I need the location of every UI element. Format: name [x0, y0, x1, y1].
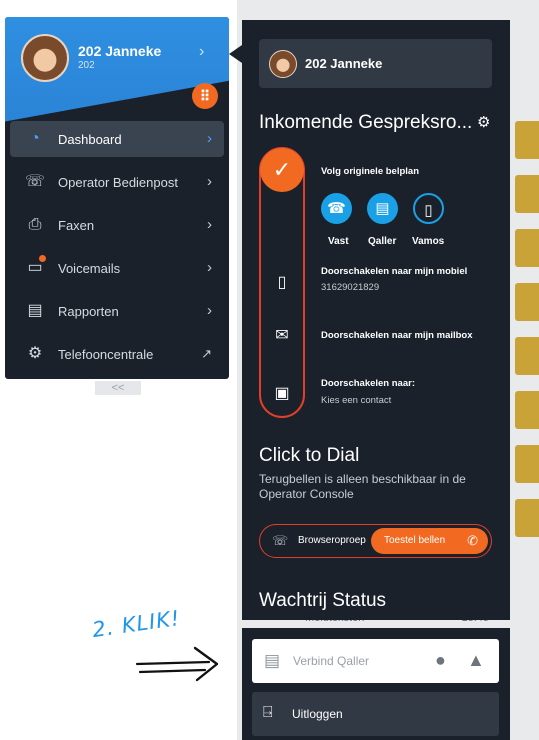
gear-icon[interactable]: ⚙ — [477, 113, 490, 131]
background-strip — [515, 499, 539, 537]
device-call-option[interactable]: Toestel bellen ✆ — [371, 528, 488, 554]
dashboard-pie-icon: ◔ — [30, 130, 40, 147]
contact-card-icon[interactable]: ▣ — [272, 383, 292, 403]
sidebar-item-telefooncentrale[interactable]: ⚙ Telefooncentrale ↗ — [10, 336, 224, 372]
chevron-right-icon[interactable]: › — [199, 43, 204, 61]
connect-qaller-label: Verbind Qaller — [293, 654, 370, 668]
chevron-right-icon: › — [207, 130, 212, 147]
background-strip — [515, 229, 539, 267]
sidebar-item-voicemails[interactable]: ▭ Voicemails › — [10, 250, 224, 286]
user-card[interactable]: 202 Janneke — [259, 39, 492, 88]
background-strip — [515, 337, 539, 375]
desk-phone-icon[interactable]: ☎ — [321, 193, 352, 224]
external-link-icon: ↗ — [201, 346, 212, 361]
chevron-right-icon: › — [207, 302, 212, 319]
mailbox-icon[interactable]: ✉ — [272, 325, 292, 345]
device-label-vamos: Vamos — [412, 236, 445, 247]
phone-call-icon: ✆ — [467, 533, 478, 548]
collapse-sidebar-button[interactable]: << — [95, 381, 141, 395]
browser-call-icon: ☏ — [272, 533, 289, 548]
user-extension: 202 — [78, 60, 95, 71]
check-icon[interactable]: ✓ — [260, 148, 304, 192]
incoming-routing-title: Inkomende Gespreksro... — [259, 112, 473, 133]
bottom-panel: ▤ Verbind Qaller ● ▲ ⍈ Uitloggen — [242, 628, 510, 740]
sidebar-item-label: Telefooncentrale — [58, 347, 154, 362]
queue-status-title: Wachtrij Status — [259, 590, 387, 611]
connect-qaller-button[interactable]: ▤ Verbind Qaller ● ▲ — [252, 639, 499, 683]
routing-option-mailbox[interactable]: Doorschakelen naar mijn mailbox — [321, 330, 473, 341]
sidebar: 202 Janneke 202 › ⠿ ◔ Dashboard › ☏ Oper… — [5, 17, 229, 379]
fax-icon: ⎙ — [28, 216, 42, 233]
sidebar-item-dashboard[interactable]: ◔ Dashboard › — [10, 121, 224, 157]
device-label-qaller: Qaller — [368, 236, 397, 247]
report-icon: ▤ — [27, 302, 43, 319]
sidebar-item-label: Rapporten — [58, 304, 119, 319]
sidebar-item-faxen[interactable]: ⎙ Faxen › — [10, 207, 224, 243]
sidebar-item-label: Voicemails — [58, 261, 121, 276]
click-to-dial-title: Click to Dial — [259, 445, 360, 466]
user-panel: 202 Janneke Inkomende Gespreksro... ⚙ ✓ … — [242, 20, 510, 620]
user-name[interactable]: 202 Janneke — [78, 43, 161, 59]
background-strip — [515, 391, 539, 429]
avatar[interactable] — [21, 34, 69, 82]
chevron-right-icon: › — [207, 216, 212, 233]
android-icon[interactable]: ▲ — [467, 650, 485, 671]
notification-dot — [39, 255, 46, 262]
dialpad-icon[interactable]: ⠿ — [192, 83, 218, 109]
qaller-icon[interactable]: ▤ — [367, 193, 398, 224]
avatar — [269, 50, 297, 78]
mobile-phone-icon[interactable]: ▯ — [272, 272, 292, 292]
background-strip — [515, 283, 539, 321]
background-strip — [515, 445, 539, 483]
chevron-right-icon: › — [207, 173, 212, 190]
annotation-arrow-icon — [135, 646, 219, 682]
click-to-dial-subtitle: Terugbellen is alleen beschikbaar in de … — [259, 472, 466, 501]
click-to-dial-toggle[interactable]: ☏ Browseroproep Toestel bellen ✆ — [259, 524, 492, 558]
annotation-text: 2. KLIK! — [90, 605, 182, 643]
mobile-phone-icon[interactable]: ▯ — [413, 193, 444, 224]
logout-door-icon: ⍈ — [263, 704, 273, 721]
sidebar-item-label: Faxen — [58, 218, 95, 233]
sidebar-item-label: Dashboard — [58, 132, 122, 147]
background-strip — [515, 121, 539, 159]
qaller-icon: ▤ — [264, 651, 281, 670]
browser-call-option[interactable]: Browseroproep — [298, 535, 366, 546]
chevron-right-icon: › — [207, 259, 212, 276]
user-name: 202 Janneke — [305, 56, 383, 71]
routing-option-contact-hint[interactable]: Kies een contact — [321, 395, 391, 406]
panel-pointer — [229, 45, 242, 63]
operator-phone-icon: ☏ — [24, 173, 45, 190]
gear-icon: ⚙ — [27, 345, 43, 362]
logout-button[interactable]: ⍈ Uitloggen — [252, 692, 499, 736]
sidebar-item-operator-bedienpost[interactable]: ☏ Operator Bedienpost › — [10, 164, 224, 200]
device-label-vast: Vast — [328, 236, 349, 247]
routing-option-original[interactable]: Volg originele belplan — [321, 166, 419, 177]
routing-option-mobile-number: 31629021829 — [321, 282, 380, 293]
background-strip — [515, 175, 539, 213]
routing-option-contact[interactable]: Doorschakelen naar: — [321, 378, 415, 389]
routing-option-mobile[interactable]: Doorschakelen naar mijn mobiel — [321, 266, 467, 277]
apple-icon[interactable]: ● — [435, 650, 446, 671]
device-call-label: Toestel bellen — [384, 535, 446, 546]
sidebar-item-label: Operator Bedienpost — [58, 175, 178, 190]
sidebar-item-rapporten[interactable]: ▤ Rapporten › — [10, 293, 224, 329]
logout-label: Uitloggen — [292, 707, 343, 721]
